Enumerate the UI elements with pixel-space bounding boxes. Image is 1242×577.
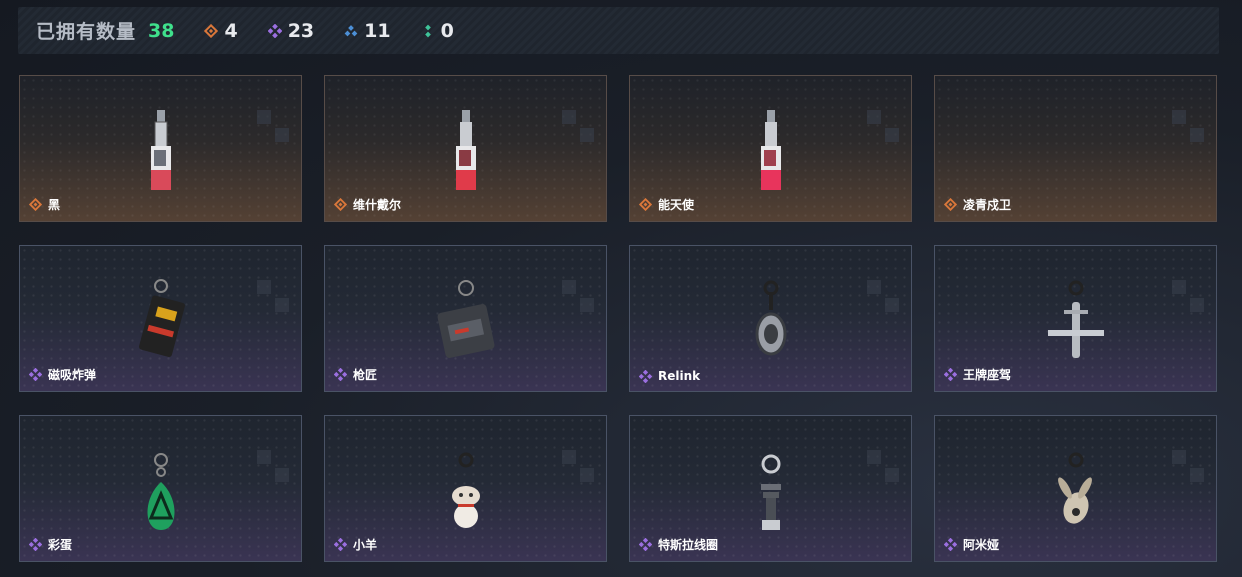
pendant-name: 凌青戍卫 — [963, 198, 1012, 212]
sheep-pendant-icon — [451, 452, 480, 528]
purple-diamond-icon — [944, 538, 957, 551]
orange-diamond-icon — [944, 198, 957, 211]
pendant-name: 磁吸炸弹 — [48, 368, 97, 382]
pendant-card-lingqingshuwei[interactable]: 凌青戍卫 — [934, 75, 1217, 222]
stat-green-value: 0 — [440, 19, 454, 42]
pendant-name: 能天使 — [658, 198, 695, 212]
tag-pendant-icon — [455, 110, 476, 190]
purple-diamond-icon — [334, 538, 347, 551]
orange-diamond-icon — [29, 198, 42, 211]
turtle-pendant-icon — [755, 280, 786, 356]
egg-pendant-icon — [147, 453, 174, 530]
purple-diamond-icon — [267, 23, 282, 38]
pendant-name: 枪匠 — [353, 368, 378, 382]
purple-diamond-icon — [334, 368, 347, 381]
purple-diamond-icon — [944, 368, 957, 381]
orange-diamond-icon — [204, 23, 219, 38]
pendant-name: 特斯拉线圈 — [658, 538, 719, 552]
stat-purple-value: 23 — [287, 19, 315, 42]
bomb-pendant-icon — [138, 279, 185, 358]
orange-diamond-icon — [334, 198, 347, 211]
purple-diamond-icon — [29, 538, 42, 551]
pendant-card-caidan[interactable]: 彩蛋 — [19, 415, 302, 562]
coil-pendant-icon — [760, 454, 781, 530]
stat-blue: 11 — [344, 19, 391, 42]
pendant-name: 维什戴尔 — [353, 198, 402, 212]
tag-pendant-icon — [150, 110, 171, 190]
pendant-card-xiaoyang[interactable]: 小羊 — [324, 415, 607, 562]
owned-count-bar: 已拥有数量 38 4 23 11 0 — [18, 7, 1219, 54]
owned-count-total: 38 — [148, 19, 175, 42]
blue-triangle-icon — [344, 24, 358, 36]
stat-purple: 23 — [267, 19, 315, 42]
pendant-name: 王牌座驾 — [963, 368, 1012, 382]
stat-blue-value: 11 — [364, 19, 391, 42]
pendant-card-relink[interactable]: Relink — [629, 245, 912, 392]
stat-green: 0 — [421, 20, 454, 42]
pendant-card-amiya[interactable]: 阿米娅 — [934, 415, 1217, 562]
pendant-name: 阿米娅 — [963, 538, 1000, 552]
orange-diamond-icon — [639, 198, 652, 211]
purple-diamond-icon — [639, 538, 652, 551]
pendant-name: 黑 — [48, 198, 61, 212]
green-dots-icon — [424, 24, 431, 37]
plane-pendant-icon — [1047, 280, 1104, 358]
pendant-card-weishidaier[interactable]: 维什戴尔 — [324, 75, 607, 222]
pendant-card-qiangjiang[interactable]: 枪匠 — [324, 245, 607, 392]
pendant-card-nengtianshi[interactable]: 能天使 — [629, 75, 912, 222]
pendant-name: 彩蛋 — [48, 538, 73, 552]
owned-count-title: 已拥有数量 — [36, 21, 137, 43]
pendant-name: Relink — [658, 369, 701, 383]
pendant-card-cixizhadan[interactable]: 磁吸炸弹 — [19, 245, 302, 392]
pendant-name: 小羊 — [353, 538, 378, 552]
bunny-pendant-icon — [1057, 452, 1092, 524]
pendant-card-wangpaizuojia[interactable]: 王牌座驾 — [934, 245, 1217, 392]
crate-pendant-icon — [437, 280, 494, 358]
stat-orange-value: 4 — [224, 19, 238, 42]
stat-orange: 4 — [204, 19, 238, 42]
pendant-card-tesilaxianquan[interactable]: 特斯拉线圈 — [629, 415, 912, 562]
tag-pendant-icon — [760, 110, 781, 190]
pendant-card-hei[interactable]: 黑 — [19, 75, 302, 222]
purple-diamond-icon — [639, 369, 652, 383]
purple-diamond-icon — [29, 368, 42, 381]
